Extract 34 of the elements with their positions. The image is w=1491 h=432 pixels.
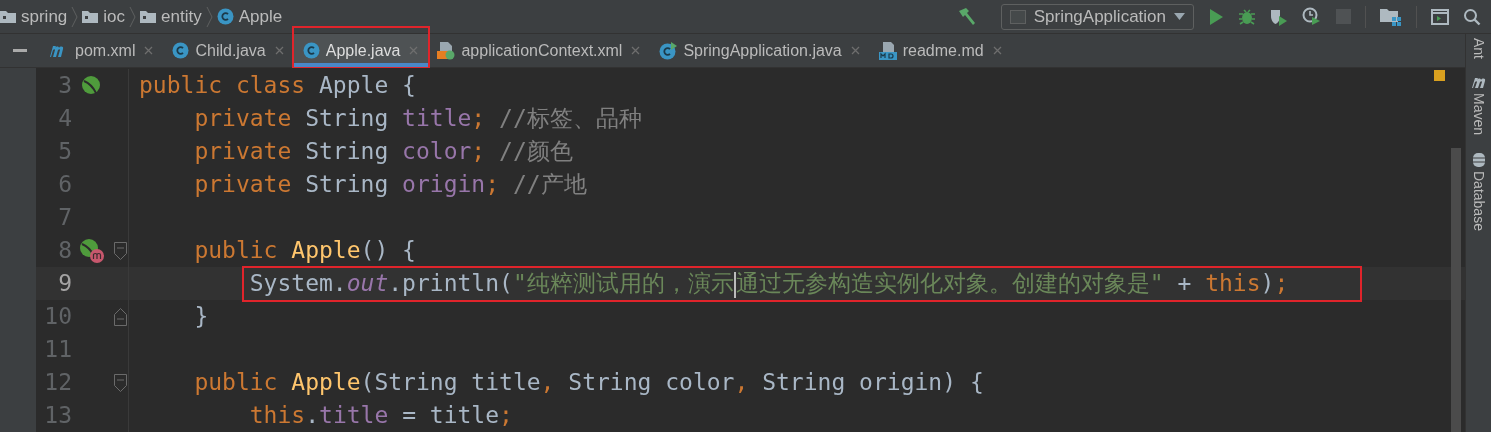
line-number: 4 [57, 104, 72, 134]
line-number: 13 [43, 401, 72, 431]
breadcrumb-item[interactable]: spring [21, 3, 68, 30]
code-line: public Apple(String title, String color, String origin) { [193, 368, 984, 398]
code-line: public class Apple { [139, 71, 416, 101]
tool-window-button[interactable]: Ant [1471, 38, 1486, 59]
code-line: this.title = title; [248, 401, 513, 431]
code-line: private String origin; //产地 [193, 170, 587, 200]
code-line: private String color; //颜色 [193, 137, 573, 167]
code-line: } [193, 302, 209, 332]
breadcrumb-item[interactable]: ioc [103, 3, 126, 30]
editor-tab[interactable]: SpringApplication.java [650, 34, 870, 67]
editor-tab[interactable]: applicationContext.xml [428, 34, 651, 67]
run-config-dropdown[interactable]: SpringApplication [1000, 3, 1194, 30]
breadcrumb-item[interactable]: entity [161, 3, 202, 30]
line-number: 5 [57, 137, 72, 167]
line-number: 9 [57, 269, 72, 299]
tool-window-button[interactable]: Database [1471, 171, 1486, 231]
code-line: public Apple() { [193, 236, 416, 266]
line-number: 6 [57, 170, 72, 200]
code-line: System.out.println("纯粹测试用的，演示通过无参构造实例化对象。创建的对象是" + this); [248, 269, 1289, 300]
editor-tab[interactable]: Child.java [163, 34, 294, 67]
line-number: 3 [57, 71, 72, 101]
editor-tab[interactable]: readme.md [869, 34, 1012, 67]
editor-tab[interactable]: Apple.java [293, 34, 429, 67]
code-line: private String title; //标签、品种 [193, 104, 642, 134]
tool-window-button[interactable]: Maven [1471, 93, 1486, 136]
line-number: 10 [43, 302, 72, 332]
line-number: 11 [43, 335, 72, 365]
line-number: 7 [57, 203, 72, 233]
editor-tab[interactable]: pom.xml [40, 34, 164, 67]
line-number: 12 [43, 368, 72, 398]
breadcrumb-item[interactable]: Apple [238, 3, 283, 30]
line-number: 8 [57, 236, 72, 266]
